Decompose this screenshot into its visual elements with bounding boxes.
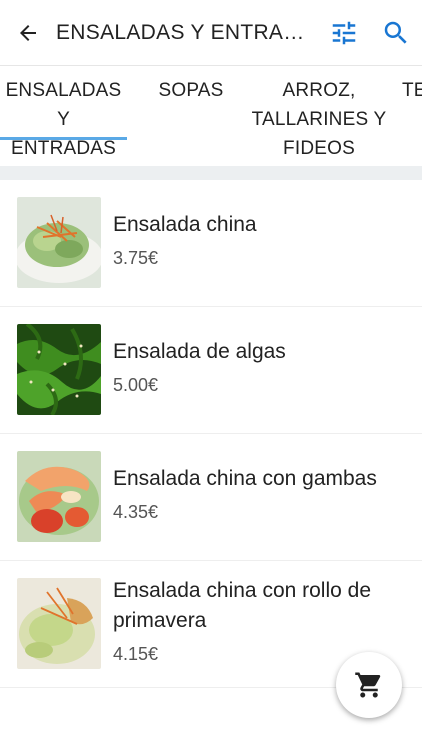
- dish-name: Ensalada china con rollo de primavera: [113, 579, 372, 632]
- tab-label-line: TE: [402, 80, 422, 101]
- page-title: ENSALADAS Y ENTRAD...: [56, 20, 318, 44]
- dish-image: [17, 324, 101, 415]
- tab-indicator: [0, 137, 127, 140]
- dish-name: Ensalada china: [113, 213, 257, 236]
- dish-price: 3.75€: [113, 248, 159, 268]
- shopping-cart-icon: [355, 672, 381, 698]
- tab-partial[interactable]: TE: [402, 76, 422, 105]
- tab-arroz-tallarines-fideos[interactable]: ARROZ, TALLARINES Y FIDEOS: [248, 76, 390, 163]
- app-header: ENSALADAS Y ENTRAD...: [0, 0, 422, 66]
- filter-button[interactable]: [318, 0, 370, 66]
- search-icon: [384, 21, 407, 44]
- back-button[interactable]: [0, 0, 56, 66]
- tab-label-line: SOPAS: [158, 80, 224, 101]
- dish-price: 5.00€: [113, 375, 159, 395]
- dish-name: Ensalada de algas: [113, 340, 286, 363]
- tab-label-line: ARROZ,: [282, 80, 356, 101]
- dish-price: 4.35€: [113, 502, 159, 522]
- tab-label-line: TALLARINES Y: [251, 109, 387, 130]
- tune-sliders-icon: [332, 21, 356, 44]
- divider: [0, 166, 422, 180]
- search-button[interactable]: [370, 0, 422, 66]
- arrow-left-icon: [20, 24, 36, 41]
- dish-image: [17, 197, 101, 288]
- dish-name: Ensalada china con gambas: [113, 467, 377, 490]
- list-item[interactable]: Ensalada de algas 5.00€: [0, 307, 422, 434]
- tab-ensaladas-entradas[interactable]: ENSALADAS Y ENTRADAS: [0, 76, 127, 163]
- dish-image: [17, 578, 101, 669]
- cart-button[interactable]: [336, 652, 402, 718]
- tab-label-line: FIDEOS: [283, 138, 355, 159]
- category-tabs: ENSALADAS Y ENTRADAS SOPAS ARROZ, TALLAR…: [0, 66, 422, 166]
- tab-label-line: ENSALADAS Y: [5, 80, 122, 130]
- dish-price: 4.15€: [113, 644, 159, 664]
- dish-image: [17, 451, 101, 542]
- list-item[interactable]: Ensalada china 3.75€: [0, 180, 422, 307]
- tab-sopas[interactable]: SOPAS: [148, 76, 234, 105]
- dish-list: Ensalada china 3.75€ Ensalada de algas 5…: [0, 180, 422, 688]
- list-item[interactable]: Ensalada china con gambas 4.35€: [0, 434, 422, 561]
